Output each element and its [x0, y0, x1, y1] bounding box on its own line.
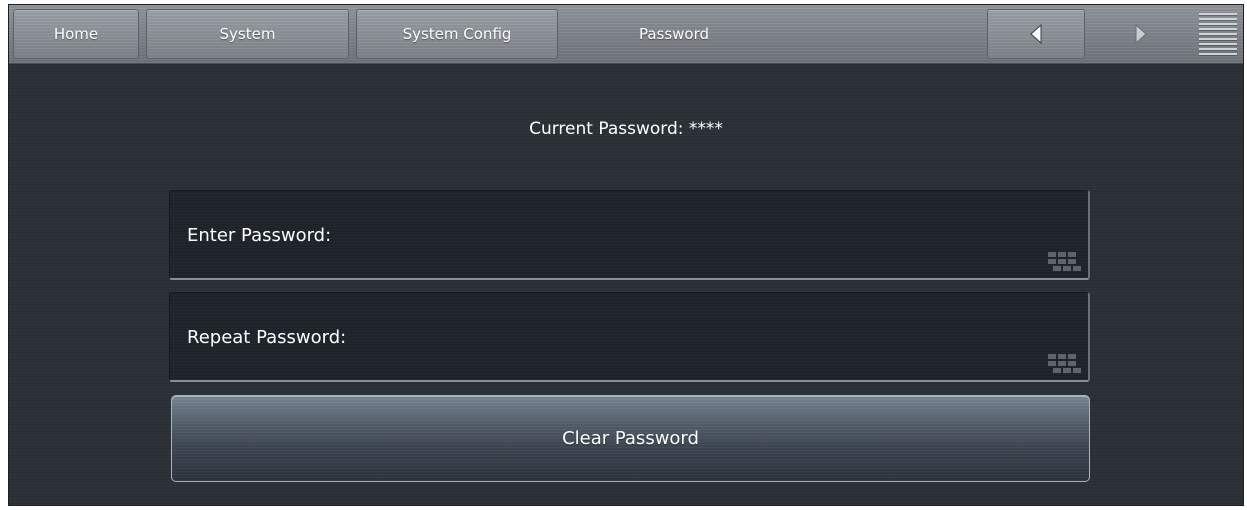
- repeat-password-field[interactable]: Repeat Password:: [169, 292, 1090, 382]
- clear-password-button[interactable]: Clear Password: [171, 395, 1090, 482]
- chevron-right-icon: [1134, 24, 1148, 44]
- keypad-icon[interactable]: [1048, 354, 1082, 374]
- enter-password-label: Enter Password:: [187, 225, 332, 246]
- enter-password-field[interactable]: Enter Password:: [169, 190, 1090, 280]
- keypad-icon[interactable]: [1048, 252, 1082, 272]
- breadcrumb-current-page: Password: [638, 25, 710, 43]
- top-nav-bar: Home System System Config Password: [9, 5, 1243, 64]
- password-screen: Home System System Config Password Curre…: [8, 4, 1244, 506]
- breadcrumb-system-config-button[interactable]: System Config: [356, 9, 558, 59]
- forward-button[interactable]: [1111, 9, 1171, 59]
- chevron-left-icon: [1029, 24, 1043, 44]
- breadcrumb-home-button[interactable]: Home: [13, 9, 139, 59]
- hamburger-menu-icon[interactable]: [1199, 13, 1237, 55]
- back-button[interactable]: [987, 9, 1085, 59]
- repeat-password-label: Repeat Password:: [187, 327, 347, 348]
- current-password-label: Current Password: ****: [529, 119, 723, 139]
- breadcrumb-system-button[interactable]: System: [146, 9, 349, 59]
